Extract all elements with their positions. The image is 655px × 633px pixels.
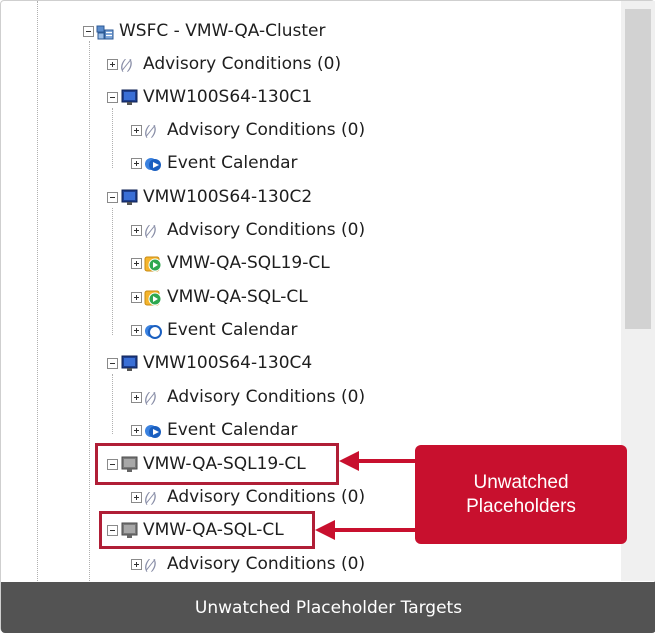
tree-guide-line <box>89 41 90 581</box>
tree-node-advisory[interactable]: (⁄) Advisory Conditions (0) <box>131 548 365 581</box>
advisory-icon: (⁄) <box>144 491 157 507</box>
tree-node-advisory[interactable]: (⁄) Advisory Conditions (0) <box>131 481 365 514</box>
node-label: Advisory Conditions (0) <box>167 387 366 407</box>
tree-node-advisory[interactable]: (⁄) Advisory Conditions (0) <box>131 214 365 247</box>
node-label: VMW-QA-SQL-CL <box>167 287 308 307</box>
collapse-toggle-icon[interactable] <box>107 92 118 103</box>
node-label: Event Calendar <box>167 420 298 440</box>
tree-node-server[interactable]: VMW100S64-130C1 <box>107 81 312 114</box>
collapse-toggle-icon[interactable] <box>83 26 94 37</box>
screenshot-frame: WSFC - VMW-QA-Cluster (⁄) Advisory Condi… <box>0 0 655 633</box>
collapse-toggle-icon[interactable] <box>107 358 118 369</box>
event-calendar-icon <box>145 424 161 438</box>
expand-toggle-icon[interactable] <box>131 325 142 336</box>
advisory-icon: (⁄) <box>144 558 157 574</box>
event-calendar-icon <box>145 324 162 339</box>
collapse-toggle-icon[interactable] <box>107 192 118 203</box>
tree-node-sql-instance[interactable]: VMW-QA-SQL-CL <box>131 281 308 314</box>
advisory-icon: (⁄) <box>144 391 157 407</box>
expand-toggle-icon[interactable] <box>131 158 142 169</box>
sql-instance-icon <box>144 256 162 271</box>
tree-node-server[interactable]: VMW100S64-130C2 <box>107 181 312 214</box>
advisory-icon: (⁄) <box>144 124 157 140</box>
callout-box: Unwatched Placeholders <box>415 445 627 544</box>
tree-node-sql-instance[interactable]: VMW-QA-SQL19-CL <box>131 247 330 280</box>
svg-text:(⁄): (⁄) <box>144 224 157 240</box>
node-label: Advisory Conditions (0) <box>167 220 366 240</box>
svg-text:(⁄): (⁄) <box>144 491 157 507</box>
tree-node-server[interactable]: VMW100S64-130C4 <box>107 347 312 380</box>
caption-bar: Unwatched Placeholder Targets <box>1 582 655 633</box>
node-label: Event Calendar <box>167 153 298 173</box>
advisory-icon: (⁄) <box>144 224 157 240</box>
caption-text: Unwatched Placeholder Targets <box>194 597 463 618</box>
node-label: VMW100S64-130C1 <box>143 87 313 107</box>
expand-toggle-icon[interactable] <box>131 258 142 269</box>
tree-guide-line <box>112 108 113 168</box>
scrollbar-thumb[interactable] <box>625 9 651 329</box>
tree-node-event-calendar[interactable]: Event Calendar <box>131 314 298 347</box>
advisory-icon: (⁄) <box>120 58 133 74</box>
expand-toggle-icon[interactable] <box>131 292 142 303</box>
expand-toggle-icon[interactable] <box>131 225 142 236</box>
node-label: Event Calendar <box>167 320 298 340</box>
event-calendar-icon <box>145 157 161 171</box>
highlight-box <box>99 511 315 549</box>
expand-toggle-icon[interactable] <box>131 559 142 570</box>
callout-line: Placeholders <box>466 495 576 517</box>
node-label: Advisory Conditions (0) <box>167 487 366 507</box>
computer-monitor-icon <box>121 189 138 205</box>
node-label: Advisory Conditions (0) <box>167 554 366 574</box>
callout-arrow-icon <box>339 451 417 471</box>
expand-toggle-icon[interactable] <box>131 425 142 436</box>
expand-toggle-icon[interactable] <box>131 492 142 503</box>
tree-node-event-calendar[interactable]: Event Calendar <box>131 147 298 180</box>
computer-monitor-icon <box>121 89 138 105</box>
tree-node-cluster[interactable]: WSFC - VMW-QA-Cluster <box>83 15 325 48</box>
tree-guide-line <box>112 208 113 335</box>
sql-instance-icon <box>144 290 162 305</box>
tree-node-advisory[interactable]: (⁄) Advisory Conditions (0) <box>131 381 365 414</box>
callout-line: Unwatched <box>473 471 569 493</box>
cluster-icon <box>96 25 114 39</box>
svg-text:(⁄): (⁄) <box>144 391 157 407</box>
tree-node-advisory[interactable]: (⁄) Advisory Conditions (0) <box>107 48 341 81</box>
svg-text:(⁄): (⁄) <box>144 124 157 140</box>
node-label: VMW100S64-130C4 <box>143 353 313 373</box>
node-label: VMW100S64-130C2 <box>143 187 313 207</box>
tree-node-advisory[interactable]: (⁄) Advisory Conditions (0) <box>131 114 365 147</box>
computer-monitor-icon <box>121 355 138 371</box>
tree-guide-line <box>112 374 113 434</box>
callout-arrow-icon <box>315 520 417 540</box>
expand-toggle-icon[interactable] <box>131 125 142 136</box>
highlight-box <box>95 443 339 485</box>
tree-guide-line <box>37 1 38 581</box>
expand-toggle-icon[interactable] <box>107 59 118 70</box>
expand-toggle-icon[interactable] <box>131 392 142 403</box>
node-label: Advisory Conditions (0) <box>167 120 366 140</box>
svg-text:(⁄): (⁄) <box>144 558 157 574</box>
svg-text:(⁄): (⁄) <box>120 58 133 74</box>
node-label: VMW-QA-SQL19-CL <box>167 253 330 273</box>
node-label: Advisory Conditions (0) <box>143 54 342 74</box>
node-label: WSFC - VMW-QA-Cluster <box>119 21 326 41</box>
